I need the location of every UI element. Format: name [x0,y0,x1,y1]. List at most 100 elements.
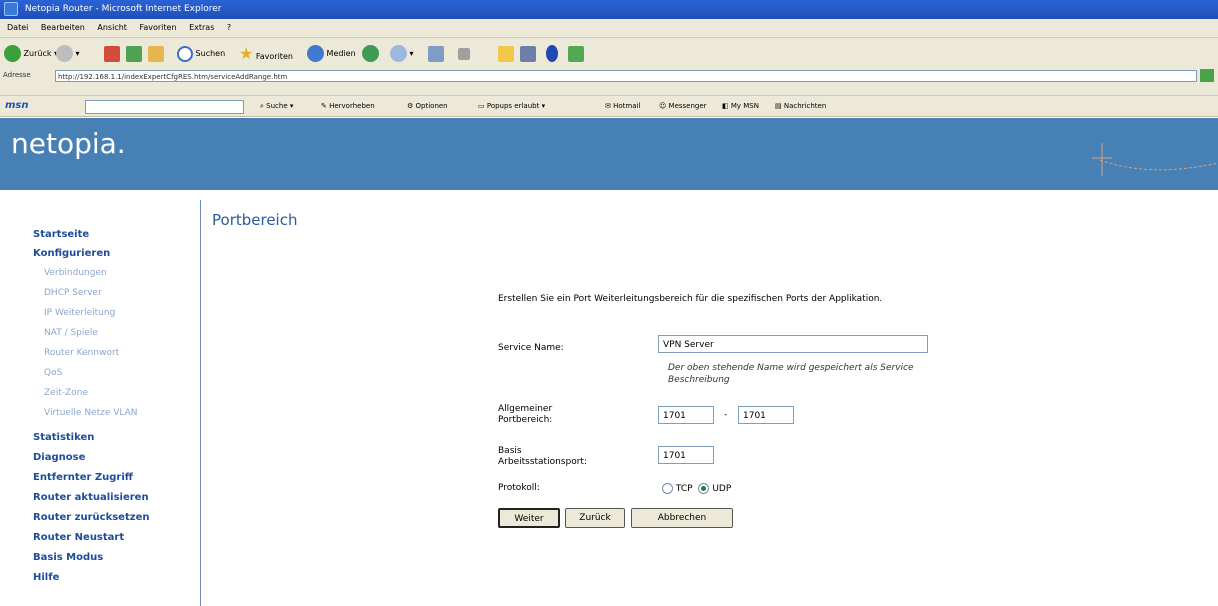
print-button[interactable] [428,43,444,65]
favorites-label: Favoriten [255,52,293,61]
options-button[interactable]: ⚙ Optionen [407,96,448,116]
menu-tools[interactable]: Extras [186,23,217,32]
stop-icon [104,45,120,62]
service-note-line2: Beschreibung [668,375,730,385]
mymsn-label: My MSN [730,102,759,110]
search-button[interactable]: Suchen [177,43,225,65]
port-range-label-2: Portbereich: [498,415,553,425]
menu-help[interactable]: ? [224,23,234,32]
home-button[interactable] [148,43,164,65]
msn-search-button[interactable]: ⌕ Suche ▾ [260,96,293,116]
sidebar-item-router-zuruecksetzen[interactable]: Router zurücksetzen [33,512,149,523]
hotmail-button[interactable]: ✉ Hotmail [605,96,640,116]
netopia-logo: netopia. [11,127,126,160]
base-port-label-2: Arbeitsstationsport: [498,457,587,467]
range-dash: - [724,410,728,420]
decorative-line-icon [1092,143,1218,176]
port-start-input[interactable]: 1701 [658,406,714,424]
print-icon [428,45,444,62]
address-input[interactable]: http://192.168.1.1/indexExpertCfgRES.htm… [55,70,1197,82]
news-button[interactable]: ▤ Nachrichten [775,96,826,116]
menu-file[interactable]: Datei [4,23,31,32]
sidebar-item-entfernter-zugriff[interactable]: Entfernter Zugriff [33,472,133,483]
netopia-header: netopia. [0,118,1218,200]
sidebar-item-konfigurieren[interactable]: Konfigurieren [33,248,110,259]
back-arrow-icon [4,45,21,62]
tcp-radio[interactable] [662,483,673,494]
address-label: Adresse [3,71,31,79]
back-button[interactable]: Zurück ▾ [4,43,58,65]
sidebar-item-statistiken[interactable]: Statistiken [33,432,94,443]
msn-toolbar: msn ⌕ Suche ▾ ✎ Hervorheben ⚙ Optionen ▭… [0,96,1218,117]
popups-button[interactable]: ▭ Popups erlaubt ▾ [478,96,545,116]
udp-label: UDP [712,484,732,494]
messenger-label: Messenger [668,102,707,110]
hotmail-label: Hotmail [613,102,641,110]
sidebar-item-diagnose[interactable]: Diagnose [33,452,85,463]
msn-logo[interactable]: msn [5,96,29,116]
sidebar-item-dhcp-server[interactable]: DHCP Server [44,288,102,298]
options-label: Optionen [415,102,448,110]
sidebar-item-startseite[interactable]: Startseite [33,229,89,240]
udp-radio[interactable] [698,483,710,494]
messenger-button[interactable]: ☺ Messenger [659,96,707,116]
page-title: Portbereich [212,211,298,229]
sidebar-item-hilfe[interactable]: Hilfe [33,572,59,583]
sidebar-item-router-neustart[interactable]: Router Neustart [33,532,124,543]
ie-logo-icon [4,1,18,16]
tcp-label: TCP [675,484,693,494]
edit-button[interactable] [458,43,470,65]
sidebar-item-qos[interactable]: QoS [44,368,62,378]
favorites-button[interactable]: ★ Favoriten [239,43,293,65]
sidebar-item-nat-spiele[interactable]: NAT / Spiele [44,328,98,338]
sidebar-item-zeit-zone[interactable]: Zeit-Zone [44,388,88,398]
menu-edit[interactable]: Bearbeiten [38,23,88,32]
back-form-button[interactable]: Zurück [565,508,625,528]
menu-favorites[interactable]: Favoriten [136,23,179,32]
base-port-label-1: Basis [498,446,522,456]
msn-search-input[interactable] [85,100,244,114]
sidebar-item-router-kennwort[interactable]: Router Kennwort [44,348,119,358]
bluetooth-icon [546,45,558,62]
menu-bar: Datei Bearbeiten Ansicht Favoriten Extra… [0,19,1218,38]
highlight-button[interactable]: ✎ Hervorheben [321,96,375,116]
port-end-input[interactable]: 1701 [738,406,794,424]
stop-button[interactable] [104,43,120,65]
sidebar-item-basis-modus[interactable]: Basis Modus [33,552,103,563]
search-label: Suchen [195,49,226,58]
service-note-line1: Der oben stehende Name wird gespeichert … [668,363,914,373]
forward-button[interactable]: ▾ [56,43,80,65]
browser-toolbar: Zurück ▾ ▾ Suchen ★ Favoriten Medien ▾ A… [0,38,1218,96]
mail-button[interactable]: ▾ [390,43,414,65]
service-name-label: Service Name: [498,343,564,353]
address-bar: Adresse http://192.168.1.1/indexExpertCf… [0,68,1218,84]
media-label: Medien [326,49,356,58]
messenger-toolbar-button[interactable] [568,43,584,65]
media-button[interactable]: Medien [307,43,356,65]
cancel-button[interactable]: Abbrechen [631,508,733,528]
history-button[interactable] [362,43,379,65]
folder-button[interactable] [498,43,514,65]
bluetooth-button[interactable] [546,43,558,65]
highlight-label: Hervorheben [329,102,375,110]
search-icon [177,45,193,62]
forward-arrow-icon [56,45,73,62]
go-arrow-icon[interactable] [1200,69,1214,82]
window-titlebar: Netopia Router - Microsoft Internet Expl… [0,0,1218,19]
next-button[interactable]: Weiter [498,508,560,528]
mymsn-button[interactable]: ◧ My MSN [722,96,759,116]
menu-view[interactable]: Ansicht [94,23,130,32]
sidebar-item-ip-weiterleitung[interactable]: IP Weiterleitung [44,308,115,318]
home-icon [148,45,164,62]
refresh-icon [126,45,142,62]
protocol-tcp-option[interactable]: TCP UDP [662,483,731,494]
base-port-input[interactable]: 1701 [658,446,714,464]
sidebar-item-router-aktualisieren[interactable]: Router aktualisieren [33,492,149,503]
sidebar-item-vlan[interactable]: Virtuelle Netze VLAN [44,408,138,418]
refresh-button[interactable] [126,43,142,65]
media-icon [307,45,324,62]
messenger-icon [568,45,584,62]
research-button[interactable] [520,43,536,65]
sidebar-item-verbindungen[interactable]: Verbindungen [44,268,107,278]
service-name-input[interactable]: VPN Server [658,335,928,353]
